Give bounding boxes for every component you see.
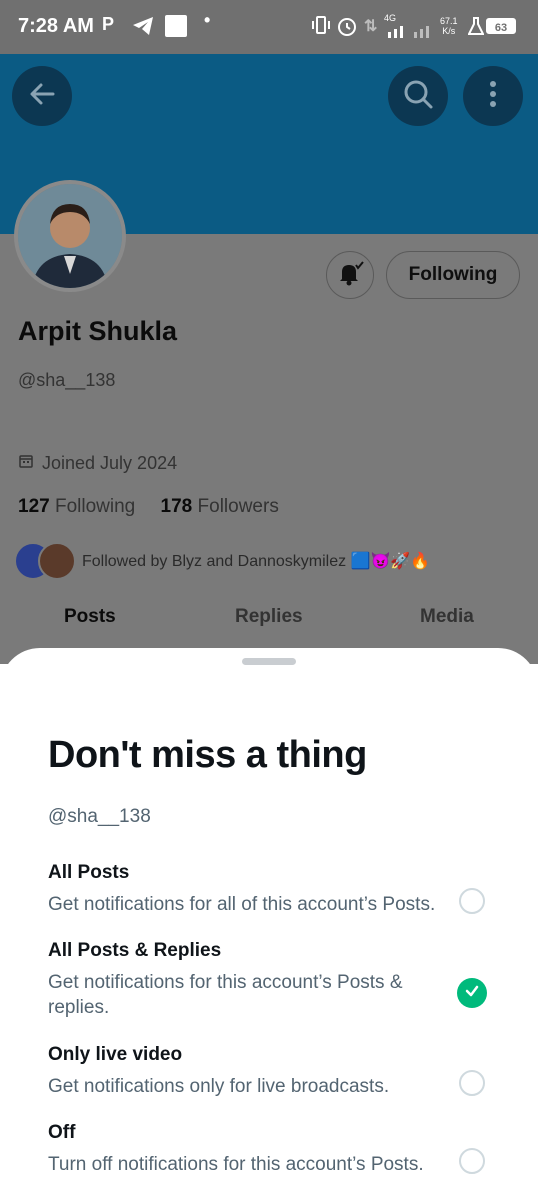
- joined-text: Joined July 2024: [42, 453, 178, 473]
- following-button[interactable]: Following: [386, 251, 520, 299]
- option-title: All Posts & Replies: [48, 940, 222, 961]
- option-description: Get notifications for all of this accoun…: [48, 894, 436, 915]
- profile-name: Arpit Shukla: [18, 316, 178, 346]
- option-description: Get notifications only for live broadcas…: [48, 1076, 390, 1097]
- option-all-posts[interactable]: All Posts Get notifications for all of t…: [48, 862, 468, 917]
- sheet-handle: @sha__138: [48, 806, 151, 827]
- option-description: Get notifications for this account’s Pos…: [48, 972, 403, 1018]
- calendar-icon: [18, 453, 34, 474]
- option-all-posts-replies[interactable]: All Posts & Replies Get notifications fo…: [48, 940, 468, 1020]
- joined-date: Joined July 2024: [18, 453, 177, 474]
- option-description: Turn off notifications for this account’…: [48, 1154, 424, 1175]
- sheet-title: Don't miss a thing: [48, 734, 367, 776]
- checkmark-icon: [464, 983, 480, 1004]
- option-off[interactable]: Off Turn off notifications for this acco…: [48, 1122, 468, 1177]
- option-title: Off: [48, 1122, 76, 1143]
- battery-indicator: 63: [486, 18, 516, 34]
- avatar[interactable]: [14, 180, 126, 292]
- followed-by-row[interactable]: Followed by Blyz and Dannoskymilez 🟦😈🚀🔥: [14, 542, 430, 580]
- profile-tabs: Posts Replies Media: [0, 606, 538, 638]
- follower-avatar-dannoskymilez: [38, 542, 76, 580]
- tab-media[interactable]: Media: [420, 606, 474, 628]
- radio-all-posts[interactable]: [459, 888, 485, 914]
- sheet-drag-handle[interactable]: [242, 658, 296, 665]
- search-button[interactable]: [388, 66, 448, 126]
- following-count: 127: [18, 496, 50, 517]
- back-button[interactable]: [12, 66, 72, 126]
- radio-only-live-video[interactable]: [459, 1070, 485, 1096]
- option-title: All Posts: [48, 862, 130, 883]
- profile-handle: @sha__138: [18, 370, 116, 390]
- notifications-bell-button[interactable]: [326, 251, 374, 299]
- notification-settings-sheet: Don't miss a thing @sha__138 All Posts G…: [0, 648, 538, 1199]
- radio-all-posts-replies[interactable]: [457, 978, 487, 1008]
- follow-stats: 127 Following 178 Followers: [18, 496, 279, 518]
- notification-dot-icon: •: [204, 10, 211, 30]
- more-button[interactable]: [463, 66, 523, 126]
- option-only-live-video[interactable]: Only live video Get notifications only f…: [48, 1044, 468, 1099]
- network-speed-value: 67.1: [440, 16, 458, 26]
- bell-check-icon: [336, 259, 364, 292]
- network-speed: 67.1 K/s: [440, 16, 458, 36]
- network-speed-unit: K/s: [442, 26, 456, 36]
- signal-icon: [386, 22, 436, 43]
- following-stat[interactable]: 127 Following: [18, 496, 135, 517]
- followed-by-text: Followed by Blyz and Dannoskymilez 🟦😈🚀🔥: [82, 553, 431, 570]
- search-icon: [402, 78, 434, 115]
- arrow-left-icon: [27, 79, 57, 114]
- option-title: Only live video: [48, 1044, 183, 1065]
- telegram-icon: [132, 16, 154, 41]
- followers-count: 178: [160, 496, 193, 517]
- tab-posts[interactable]: Posts: [64, 606, 116, 628]
- followers-stat[interactable]: 178 Followers: [161, 496, 279, 517]
- followers-label: Followers: [197, 496, 279, 517]
- alarm-icon: [336, 15, 358, 42]
- status-time: 7:28 AM: [18, 15, 94, 37]
- vibrate-icon: [310, 15, 332, 40]
- flask-icon: [467, 16, 485, 41]
- following-label: Following: [54, 496, 136, 517]
- parking-app-icon: P: [102, 14, 115, 34]
- tab-replies[interactable]: Replies: [235, 606, 303, 628]
- more-vertical-icon: [489, 80, 497, 113]
- radio-off[interactable]: [459, 1148, 485, 1174]
- bybit-app-icon: [165, 15, 187, 37]
- status-bar: 7:28 AM P • ⇅ 4G 67.1 K/s 63: [0, 0, 538, 54]
- data-transfer-icon: ⇅: [364, 18, 378, 35]
